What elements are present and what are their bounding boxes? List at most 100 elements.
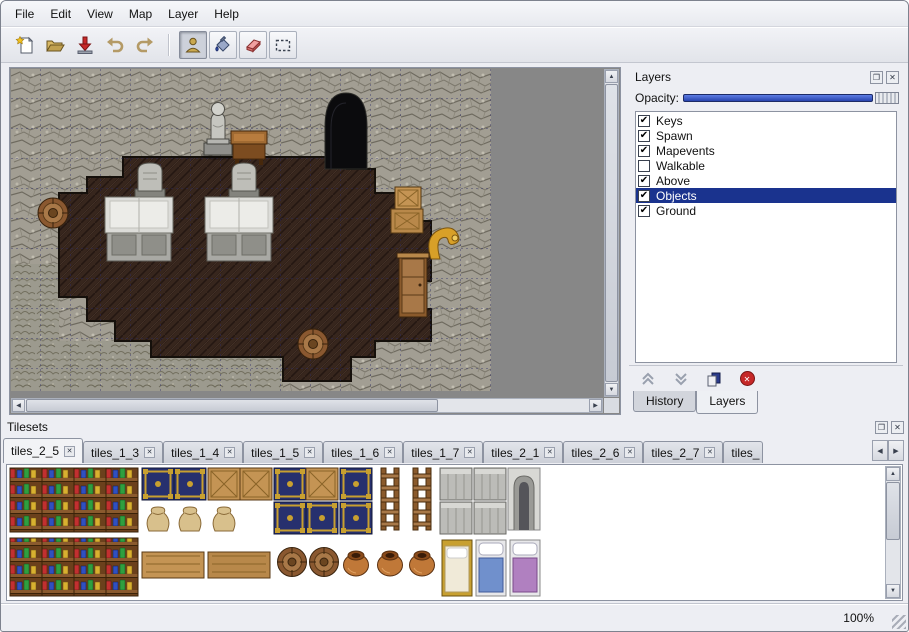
undo-button[interactable] [101, 31, 129, 59]
tileset-tab-truncated[interactable]: tiles_ [723, 441, 763, 463]
tileset-tab-tiles_1_6[interactable]: tiles_1_6 ✕ [323, 441, 403, 463]
tab-close-icon[interactable]: ✕ [64, 446, 75, 457]
tileset-tab-label: tiles_2_7 [651, 446, 699, 460]
layer-row-objects[interactable]: ✔ Objects [636, 188, 896, 203]
tileset-tab-tiles_2_7[interactable]: tiles_2_7 ✕ [643, 441, 723, 463]
map-image[interactable] [11, 69, 491, 391]
layer-row-walkable[interactable]: Walkable [636, 158, 896, 173]
tileset-tab-label: tiles_1_7 [411, 446, 459, 460]
eraser-icon [243, 35, 263, 55]
menu-bar: File Edit View Map Layer Help [1, 1, 908, 27]
layer-row-ground[interactable]: ✔ Ground [636, 203, 896, 218]
redo-icon [135, 35, 155, 55]
scroll-left-button[interactable]: ◀ [12, 399, 25, 412]
menu-file[interactable]: File [7, 4, 42, 24]
eraser-tool-button[interactable] [239, 31, 267, 59]
menu-layer[interactable]: Layer [160, 4, 206, 24]
tab-close-icon[interactable]: ✕ [544, 447, 555, 458]
tab-scroll-left-button[interactable]: ◀ [872, 440, 888, 461]
layer-row-keys[interactable]: ✔ Keys [636, 113, 896, 128]
scroll-right-button[interactable]: ▶ [589, 399, 602, 412]
tileset-tab-tiles_1_5[interactable]: tiles_1_5 ✕ [243, 441, 323, 463]
layer-checkbox[interactable]: ✔ [638, 190, 650, 202]
layer-checkbox[interactable] [638, 160, 650, 172]
layer-name: Above [650, 174, 690, 188]
tab-history[interactable]: History [633, 391, 696, 412]
layer-row-above[interactable]: ✔ Above [636, 173, 896, 188]
menu-view[interactable]: View [79, 4, 121, 24]
opacity-slider-handle[interactable] [875, 92, 899, 104]
map-canvas[interactable]: ▲ ▼ ◀ ▶ [9, 67, 621, 415]
stamp-tool-button[interactable] [179, 31, 207, 59]
redo-button[interactable] [131, 31, 159, 59]
tab-close-icon[interactable]: ✕ [624, 447, 635, 458]
new-map-button[interactable] [11, 31, 39, 59]
undo-icon [105, 35, 125, 55]
open-map-button[interactable] [41, 31, 69, 59]
arrow-right-icon: ▶ [893, 447, 898, 455]
tileset-tab-tiles_2_1[interactable]: tiles_2_1 ✕ [483, 441, 563, 463]
arrow-left-icon: ◀ [877, 447, 882, 455]
tileset-vscrollbar[interactable]: ▲ ▼ [885, 466, 901, 599]
tileset-tab-tiles_2_5[interactable]: tiles_2_5 ✕ [3, 438, 83, 463]
opacity-slider-track [683, 94, 873, 102]
layer-row-mapevents[interactable]: ✔ Mapevents [636, 143, 896, 158]
layer-name: Mapevents [650, 144, 715, 158]
fill-tool-button[interactable] [209, 31, 237, 59]
select-tool-button[interactable] [269, 31, 297, 59]
layers-panel-title: Layers [633, 70, 867, 84]
tileset-view[interactable]: ▲ ▼ [6, 464, 903, 601]
layer-checkbox[interactable]: ✔ [638, 145, 650, 157]
opacity-row: Opacity: [629, 87, 903, 109]
duplicate-layer-button[interactable] [705, 370, 723, 388]
tab-close-icon[interactable]: ✕ [144, 447, 155, 458]
map-vscrollbar[interactable]: ▲ ▼ [604, 69, 619, 397]
tab-close-icon[interactable]: ✕ [304, 447, 315, 458]
opacity-slider[interactable] [683, 91, 899, 105]
tileset-tab-tiles_1_7[interactable]: tiles_1_7 ✕ [403, 441, 483, 463]
tileset-tab-tiles_1_4[interactable]: tiles_1_4 ✕ [163, 441, 243, 463]
menu-map[interactable]: Map [121, 4, 160, 24]
layer-checkbox[interactable]: ✔ [638, 205, 650, 217]
tilesets-panel-header: Tilesets ❐ ✕ [1, 417, 908, 437]
tileset-image[interactable] [8, 466, 868, 600]
app-window: File Edit View Map Layer Help [0, 0, 909, 632]
tileset-tab-tiles_2_6[interactable]: tiles_2_6 ✕ [563, 441, 643, 463]
menu-help[interactable]: Help [206, 4, 247, 24]
map-hscrollbar[interactable]: ◀ ▶ [11, 398, 603, 413]
tilesets-close-button[interactable]: ✕ [891, 421, 904, 434]
tileset-vscroll-thumb[interactable] [886, 482, 900, 540]
duplicate-layer-icon [706, 371, 722, 387]
layer-checkbox[interactable]: ✔ [638, 115, 650, 127]
tileset-tab-bar: tiles_2_5 ✕ tiles_1_3 ✕ tiles_1_4 ✕ tile… [1, 437, 908, 463]
tab-close-icon[interactable]: ✕ [464, 447, 475, 458]
selection-rect-icon [273, 35, 293, 55]
scrollbar-corner [604, 398, 619, 413]
tilesets-float-button[interactable]: ❐ [875, 421, 888, 434]
raise-layer-button[interactable] [639, 370, 657, 388]
opacity-label: Opacity: [635, 91, 683, 105]
tileset-scroll-down-button[interactable]: ▼ [886, 584, 900, 598]
menu-edit[interactable]: Edit [42, 4, 79, 24]
layer-checkbox[interactable]: ✔ [638, 130, 650, 142]
scroll-up-button[interactable]: ▲ [605, 70, 618, 83]
resize-grip[interactable] [892, 615, 906, 629]
layers-float-button[interactable]: ❐ [870, 71, 883, 84]
layer-row-spawn[interactable]: ✔ Spawn [636, 128, 896, 143]
map-hscroll-thumb[interactable] [26, 399, 438, 412]
tab-close-icon[interactable]: ✕ [224, 447, 235, 458]
tileset-tab-tiles_1_3[interactable]: tiles_1_3 ✕ [83, 441, 163, 463]
tab-close-icon[interactable]: ✕ [384, 447, 395, 458]
save-map-button[interactable] [71, 31, 99, 59]
map-vscroll-thumb[interactable] [605, 84, 618, 382]
layer-list: ✔ Keys ✔ Spawn ✔ Mapevents Walkable ✔ [635, 111, 897, 363]
tab-scroll-right-button[interactable]: ▶ [888, 440, 904, 461]
layers-close-button[interactable]: ✕ [886, 71, 899, 84]
tileset-scroll-up-button[interactable]: ▲ [886, 467, 900, 481]
delete-layer-button[interactable]: ✕ [738, 370, 756, 388]
layer-checkbox[interactable]: ✔ [638, 175, 650, 187]
lower-layer-button[interactable] [672, 370, 690, 388]
tab-layers[interactable]: Layers [696, 391, 758, 414]
tab-close-icon[interactable]: ✕ [704, 447, 715, 458]
scroll-down-button[interactable]: ▼ [605, 383, 618, 396]
